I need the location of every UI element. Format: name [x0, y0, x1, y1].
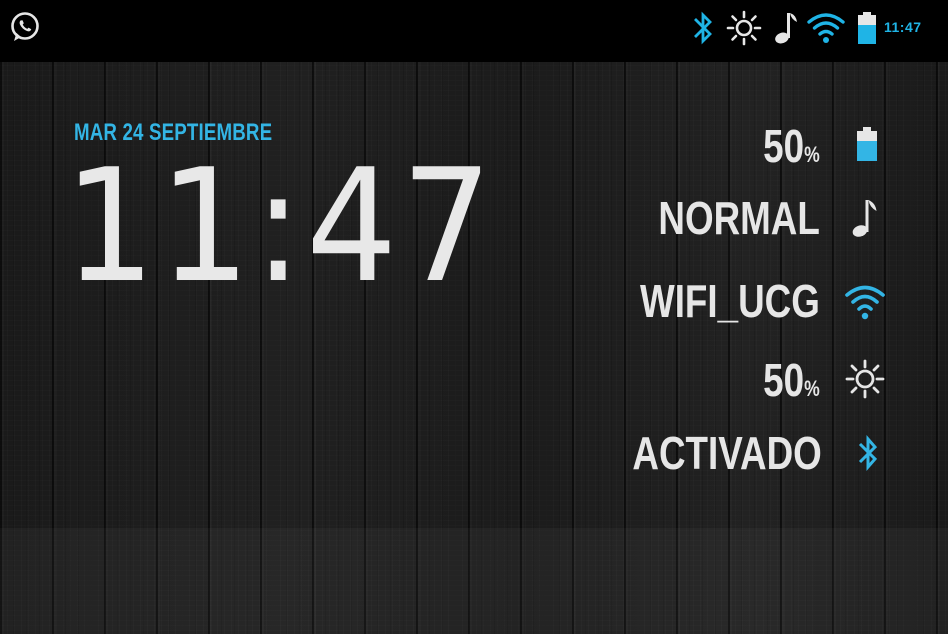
sound-mode[interactable]: NORMAL [659, 190, 820, 246]
bluetooth-icon [858, 435, 878, 471]
bluetooth-icon [694, 11, 712, 45]
status-time: 11:47 [884, 19, 922, 35]
whatsapp-icon[interactable] [8, 10, 42, 44]
battery-icon [858, 12, 876, 44]
home-screen: 11:47 MAR 24 SEPTIEMBRE 11:47 50% NORMAL… [0, 0, 948, 634]
music-note-icon [852, 200, 877, 237]
brightness-icon [845, 359, 885, 399]
brightness-value: 50 [763, 354, 805, 406]
status-bar[interactable]: 11:47 [0, 0, 948, 56]
battery-level[interactable]: 50% [763, 118, 820, 174]
brightness-level[interactable]: 50% [763, 352, 820, 408]
clock-time[interactable]: 11:47 [64, 148, 496, 304]
brightness-icon [726, 10, 762, 46]
wifi-value: WIFI_UCG [640, 275, 820, 327]
wifi-icon [845, 285, 885, 320]
wifi-icon [807, 13, 845, 43]
battery-value: 50 [763, 120, 805, 172]
bluetooth-value: ACTIVADO [632, 427, 822, 479]
music-note-icon [775, 13, 797, 44]
wifi-network[interactable]: WIFI_UCG [640, 273, 820, 329]
battery-unit: % [804, 142, 820, 167]
sound-mode-value: NORMAL [658, 192, 820, 244]
bluetooth-status[interactable]: ACTIVADO [633, 425, 822, 481]
battery-icon [857, 127, 877, 161]
brightness-unit: % [804, 376, 820, 401]
